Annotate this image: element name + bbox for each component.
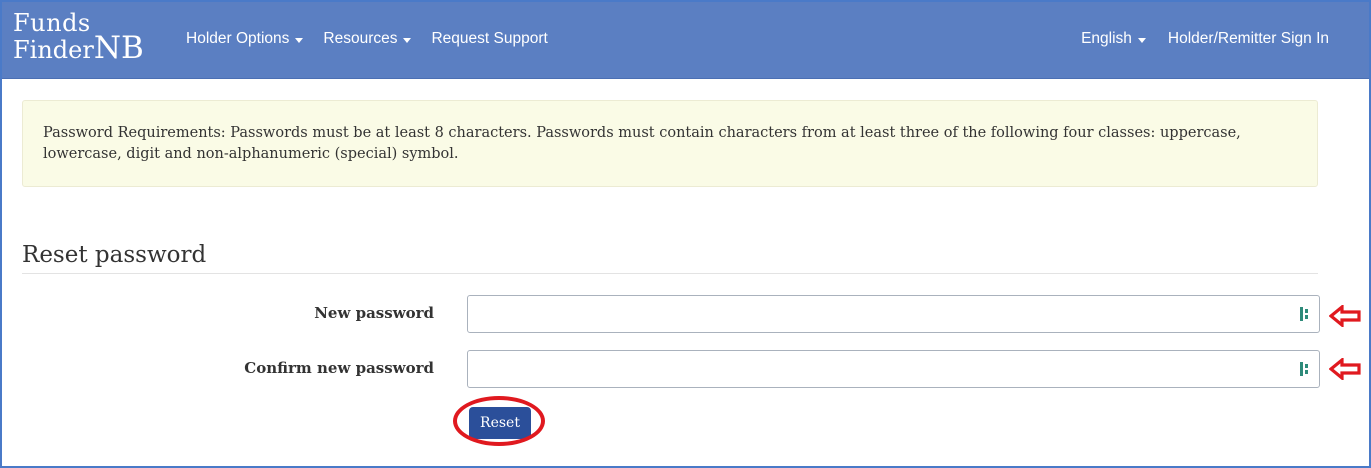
nav-request-support-label: Request Support [431, 30, 548, 47]
nav-left-menu: Holder Options Resources Request Support [186, 30, 548, 48]
heading-divider [22, 273, 1318, 274]
password-requirements-alert: Password Requirements: Passwords must be… [22, 100, 1318, 187]
reset-button[interactable]: Reset [469, 407, 531, 439]
confirm-password-input[interactable] [476, 351, 1300, 387]
password-manager-icon[interactable] [1300, 306, 1310, 322]
nav-resources-label: Resources [323, 30, 398, 47]
password-manager-icon[interactable] [1300, 361, 1310, 377]
confirm-password-label: Confirm new password [244, 359, 434, 377]
brand-line-2: FinderNB [13, 33, 144, 64]
confirm-password-field [467, 350, 1320, 388]
new-password-label: New password [314, 304, 434, 322]
language-dropdown[interactable]: English [1081, 30, 1146, 48]
top-navbar: Funds FinderNB Holder Options Resources … [2, 2, 1369, 79]
page-frame: Funds FinderNB Holder Options Resources … [0, 0, 1371, 468]
nav-resources[interactable]: Resources [323, 30, 412, 48]
annotation-arrow-icon [1329, 358, 1361, 380]
nav-holder-options[interactable]: Holder Options [186, 30, 304, 48]
nav-request-support[interactable]: Request Support [431, 30, 547, 48]
password-requirements-text: Password Requirements: Passwords must be… [43, 125, 1241, 162]
nav-holder-options-label: Holder Options [186, 30, 290, 47]
page-title: Reset password [22, 242, 207, 268]
brand-nb: NB [93, 30, 144, 66]
caret-down-icon [403, 37, 412, 43]
nav-right-menu: English Holder/Remitter Sign In [1081, 30, 1329, 48]
language-label: English [1081, 30, 1132, 47]
new-password-field [467, 295, 1320, 333]
sign-in-link[interactable]: Holder/Remitter Sign In [1168, 30, 1329, 48]
caret-down-icon [1137, 37, 1146, 43]
annotation-arrow-icon [1329, 305, 1361, 327]
sign-in-label: Holder/Remitter Sign In [1167, 30, 1329, 47]
brand-logo[interactable]: Funds FinderNB [13, 11, 144, 64]
new-password-input[interactable] [476, 296, 1300, 332]
brand-finder: Finder [13, 36, 94, 64]
caret-down-icon [295, 37, 304, 43]
